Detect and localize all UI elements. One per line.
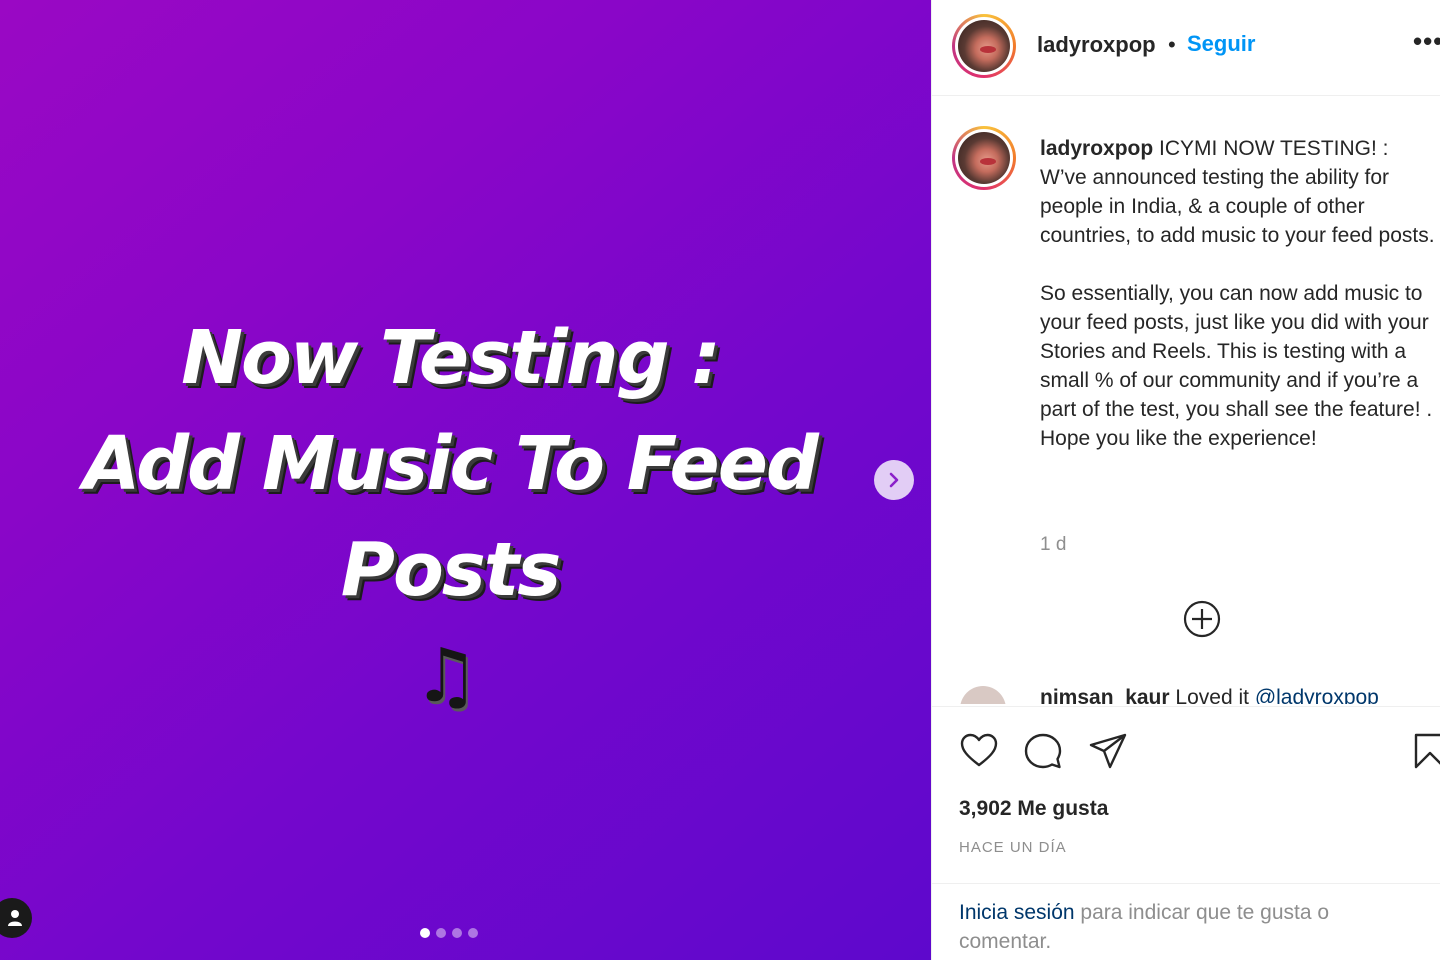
user-icon (8, 910, 22, 926)
post-caption: ladyroxpop ICYMI NOW TESTING! : W’ve ann… (1040, 134, 1440, 453)
tagged-users-button[interactable] (0, 898, 32, 938)
header-separator: • (1168, 32, 1176, 57)
author-avatar[interactable] (952, 14, 1016, 78)
share-send-icon[interactable] (1088, 731, 1128, 771)
likes-count[interactable]: 3,902 Me gusta (959, 797, 1108, 821)
caption-paragraph-1: ladyroxpop ICYMI NOW TESTING! : W’ve ann… (1040, 134, 1440, 250)
headline-line-2: Add Music To Feed (83, 421, 819, 507)
instagram-post-view: Now Testing : Add Music To Feed Posts ♫ (0, 0, 1440, 960)
commenter-avatar[interactable] (960, 686, 1006, 704)
login-link[interactable]: Inicia sesión (959, 901, 1075, 924)
avatar-image (958, 20, 1010, 72)
more-options-icon[interactable]: ••• (1413, 26, 1440, 57)
caption-username[interactable]: ladyroxpop (1040, 137, 1153, 160)
comment-item: nimsan_kaur Loved it @ladyroxpop (960, 686, 1440, 704)
carousel-dot (468, 928, 478, 938)
next-slide-button[interactable] (874, 460, 914, 500)
chevron-right-icon (889, 472, 899, 488)
avatar-image (958, 132, 1010, 184)
carousel-dot (436, 928, 446, 938)
post-media[interactable]: Now Testing : Add Music To Feed Posts ♫ (0, 0, 931, 960)
login-prompt-bar: Inicia sesión para indicar que te gusta … (932, 883, 1440, 960)
post-side-panel: ladyroxpop • Seguir ••• ladyroxpop ICYMI… (931, 0, 1440, 960)
carousel-dot-active (420, 928, 430, 938)
post-timestamp: HACE UN DÍA (959, 839, 1067, 856)
comment-mention[interactable]: @ladyroxpop (1255, 686, 1379, 704)
media-headline: Now Testing : Add Music To Feed Posts (0, 305, 900, 623)
carousel-dot (452, 928, 462, 938)
comment-text: Loved it (1175, 686, 1249, 704)
comments-scroll-area[interactable]: ladyroxpop ICYMI NOW TESTING! : W’ve ann… (932, 96, 1440, 706)
bookmark-icon[interactable] (1410, 731, 1440, 771)
login-prompt: Inicia sesión para indicar que te gusta … (959, 898, 1399, 956)
carousel-indicator (420, 928, 478, 938)
comment-icon[interactable] (1023, 731, 1063, 771)
headline-line-3: Posts (340, 527, 562, 613)
follow-button[interactable]: Seguir (1187, 31, 1255, 57)
commenter-username[interactable]: nimsan_kaur (1040, 686, 1170, 704)
load-more-comments-icon[interactable] (1182, 599, 1222, 639)
caption-author-avatar[interactable] (952, 126, 1016, 190)
music-note-icon: ♫ (413, 633, 480, 719)
post-actions: 3,902 Me gusta HACE UN DÍA Inicia sesión… (932, 706, 1440, 960)
post-header: ladyroxpop • Seguir ••• (932, 0, 1440, 96)
author-username[interactable]: ladyroxpop (1037, 32, 1156, 58)
caption-paragraph-2: So essentially, you can now add music to… (1040, 282, 1433, 450)
headline-line-1: Now Testing : (181, 315, 721, 401)
heart-icon[interactable] (959, 731, 999, 771)
caption-time: 1 d (1040, 534, 1067, 555)
